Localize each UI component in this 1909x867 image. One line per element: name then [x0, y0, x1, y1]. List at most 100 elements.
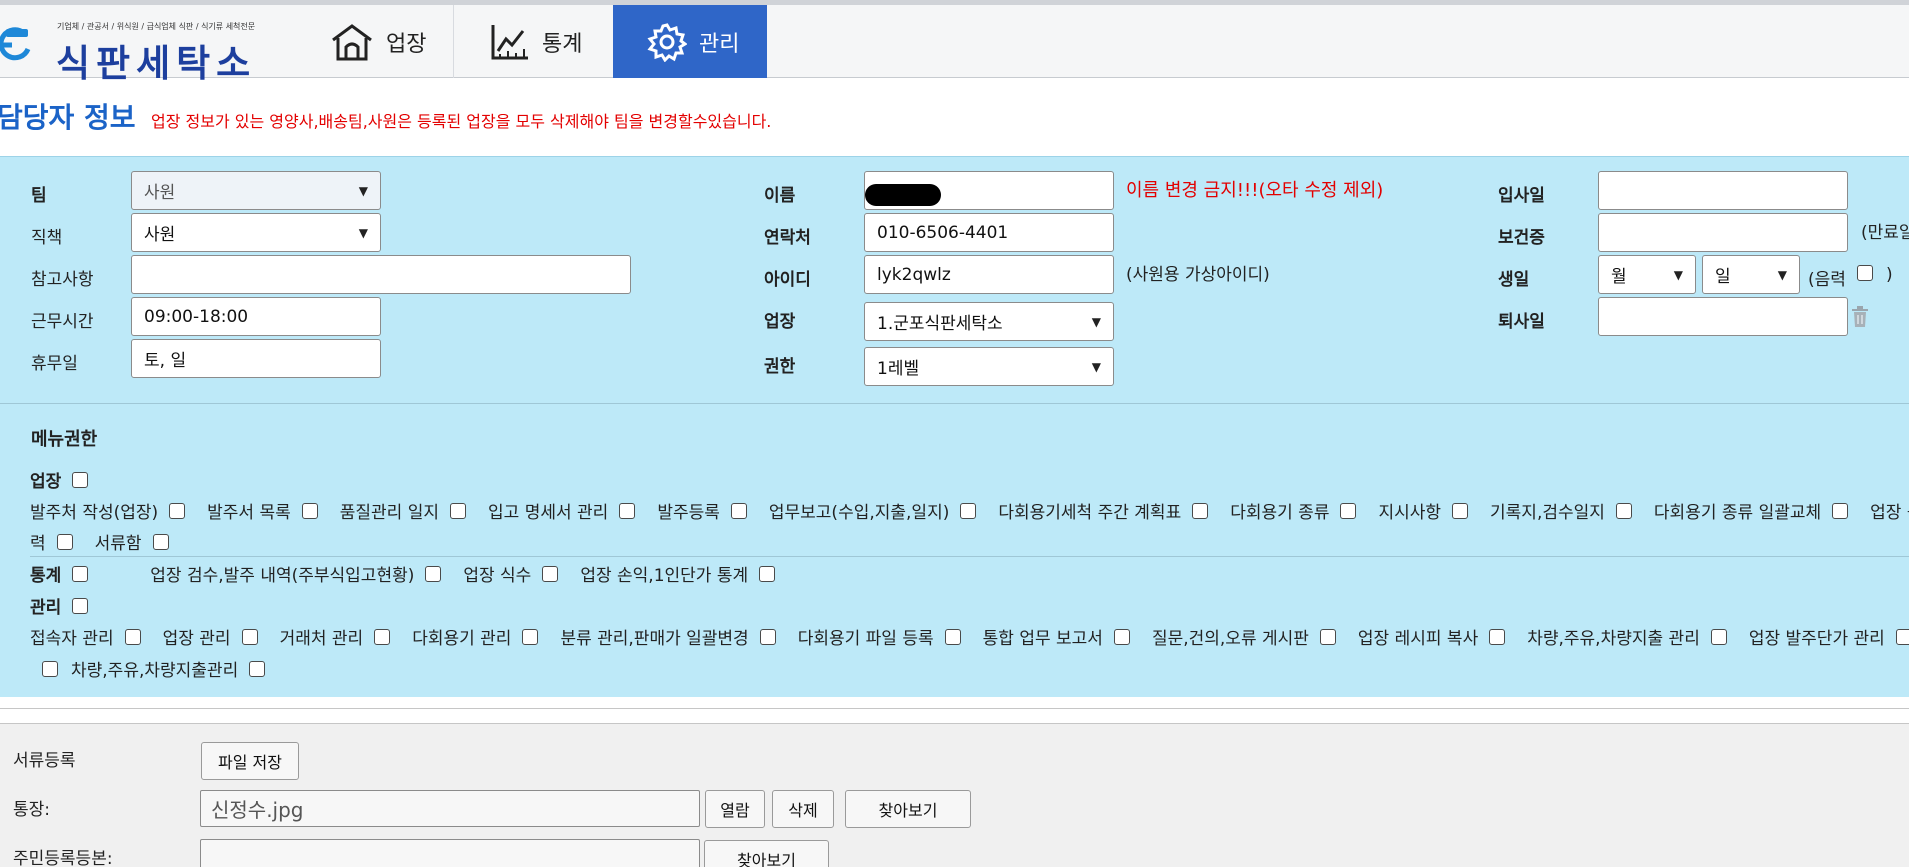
site-label: 업장: [764, 312, 796, 332]
page-warning: 업장 정보가 있는 영양사,배송팀,사원은 등록된 업장을 모두 삭제해야 팀을…: [151, 112, 772, 131]
notes-input[interactable]: [131, 255, 631, 294]
site-value: 1.군포식판세탁소: [877, 314, 1003, 334]
birth-month-select[interactable]: 월 ▼: [1598, 255, 1696, 294]
perm-checkbox[interactable]: [1340, 502, 1357, 519]
perm-label: 업장 식수: [463, 566, 532, 586]
perm-checkbox[interactable]: [730, 502, 747, 519]
perm-checkbox[interactable]: [1615, 502, 1632, 519]
tab-separator: [453, 5, 454, 78]
perm-label: 통합 업무 보고서: [982, 629, 1103, 649]
perm-checkbox[interactable]: [249, 660, 266, 677]
team-select[interactable]: 사원 ▼: [131, 171, 381, 210]
dayoff-input[interactable]: 토, 일: [131, 339, 381, 378]
id-input[interactable]: lyk2qwlz: [864, 255, 1114, 294]
perm-item: 분류 관리,판매가 일괄변경: [560, 624, 776, 649]
perm-checkbox[interactable]: [1452, 502, 1469, 519]
position-select[interactable]: 사원 ▼: [131, 213, 381, 252]
trash-icon[interactable]: [1851, 306, 1869, 328]
perm-checkbox[interactable]: [1489, 628, 1506, 645]
perm-checkbox[interactable]: [944, 628, 961, 645]
chevron-down-icon: ▼: [358, 225, 368, 240]
perm-checkbox[interactable]: [1113, 628, 1130, 645]
perm-checkbox[interactable]: [759, 565, 776, 582]
admin-all-checkbox[interactable]: [72, 597, 89, 614]
tab-stats[interactable]: 통계: [490, 5, 610, 78]
perm-checkbox[interactable]: [522, 628, 539, 645]
chevron-down-icon: ▼: [1673, 267, 1683, 282]
notes-label: 참고사항: [31, 270, 94, 290]
chevron-down-icon: ▼: [1091, 314, 1101, 329]
browse-button[interactable]: 찾아보기: [845, 790, 971, 828]
perm-checkbox[interactable]: [241, 628, 258, 645]
perm-checkbox[interactable]: [1192, 502, 1209, 519]
perm-checkbox[interactable]: [619, 502, 636, 519]
logo[interactable]: 기업체 / 관공서 / 위식원 / 급식업체 식판 / 식기류 세척전문 식판세…: [0, 13, 265, 85]
name-input[interactable]: [864, 171, 1114, 210]
perm-checkbox[interactable]: [1319, 628, 1336, 645]
perm-item: 서류함: [95, 529, 169, 554]
perm-label: 차량,주유,차량지출관리: [71, 661, 239, 681]
logo-tagline: 기업체 / 관공서 / 위식원 / 급식업체 식판 / 식기류 세척전문: [57, 22, 256, 31]
lunar-checkbox[interactable]: [1857, 265, 1873, 281]
perm-item: 다회용기 종류 일괄교체: [1654, 498, 1849, 523]
leave-date-input[interactable]: [1598, 297, 1848, 336]
lunar-close: ): [1886, 265, 1893, 285]
stats-section-label: 통계: [30, 566, 62, 586]
name-warning: 이름 변경 금지!!!(오타 수정 제외): [1126, 180, 1384, 201]
health-cert-input[interactable]: [1598, 213, 1848, 252]
perm-label: 지시사항: [1378, 503, 1442, 523]
perm-checkbox[interactable]: [1710, 628, 1727, 645]
admin-permission-list-row2: 차량,주유,차량지출관리: [42, 656, 287, 681]
perm-label: 접속자 관리: [30, 629, 114, 649]
perm-checkbox[interactable]: [759, 628, 776, 645]
join-date-input[interactable]: [1598, 171, 1848, 210]
auth-value: 1레벨: [877, 359, 920, 379]
position-label: 직책: [31, 228, 63, 248]
perm-checkbox[interactable]: [450, 502, 467, 519]
contact-input[interactable]: 010-6506-4401: [864, 213, 1114, 252]
tab-admin[interactable]: 관리: [613, 5, 767, 78]
perm-checkbox[interactable]: [169, 502, 186, 519]
chart-icon: [491, 24, 528, 59]
perm-label: 분류 관리,판매가 일괄변경: [560, 629, 749, 649]
perm-checkbox[interactable]: [56, 533, 73, 550]
perm-checkbox[interactable]: [152, 533, 169, 550]
perm-label: 질문,건의,오류 게시판: [1151, 629, 1309, 649]
site-select[interactable]: 1.군포식판세탁소 ▼: [864, 302, 1114, 341]
delete-button[interactable]: 삭제: [772, 790, 834, 828]
birth-day-select[interactable]: 일 ▼: [1702, 255, 1800, 294]
site-all-checkbox[interactable]: [72, 471, 89, 488]
admin-section-label: 관리: [30, 598, 62, 618]
resident-file-input[interactable]: [200, 839, 700, 867]
hours-input[interactable]: 09:00-18:00: [131, 297, 381, 336]
view-button[interactable]: 열람: [705, 790, 765, 828]
perm-checkbox[interactable]: [960, 502, 977, 519]
file-save-button[interactable]: 파일 저장: [201, 742, 299, 780]
perm-checkbox[interactable]: [1832, 502, 1849, 519]
perm-item: 발주등록: [657, 498, 747, 523]
stats-all-checkbox[interactable]: [72, 565, 89, 582]
perm-item: 업무보고(수입,지출,일지): [769, 498, 977, 523]
perm-item: 업장 관리: [163, 624, 258, 649]
perm-checkbox[interactable]: [124, 628, 141, 645]
auth-select[interactable]: 1레벨 ▼: [864, 347, 1114, 386]
perm-item: 업장 근태,인: [1870, 498, 1909, 523]
resident-browse-button[interactable]: 찾아보기: [704, 840, 829, 867]
page-title: 담당자 정보: [0, 101, 136, 134]
team-value: 사원: [144, 183, 176, 203]
perm-checkbox[interactable]: [542, 565, 559, 582]
perm-checkbox[interactable]: [42, 660, 58, 677]
perm-checkbox[interactable]: [1895, 628, 1909, 645]
documents-section: 서류등록 파일 저장 통장: 신정수.jpg 열람 삭제 찾아보기 주민등록등본…: [0, 723, 1909, 867]
perm-item: 기록지,검수일지: [1490, 498, 1632, 523]
perm-checkbox[interactable]: [374, 628, 391, 645]
birth-label: 생일: [1498, 270, 1530, 290]
health-label: 보건증: [1498, 228, 1545, 248]
tab-site[interactable]: 업장: [330, 5, 453, 78]
perm-label: 다회용기 관리: [412, 629, 512, 649]
perm-label: 발주서 목록: [207, 503, 291, 523]
perm-checkbox[interactable]: [301, 502, 318, 519]
perm-item: 업장 검수,발주 내역(주부식입고현황): [150, 561, 442, 586]
perm-checkbox[interactable]: [425, 565, 442, 582]
bankbook-file-input[interactable]: 신정수.jpg: [200, 790, 700, 827]
